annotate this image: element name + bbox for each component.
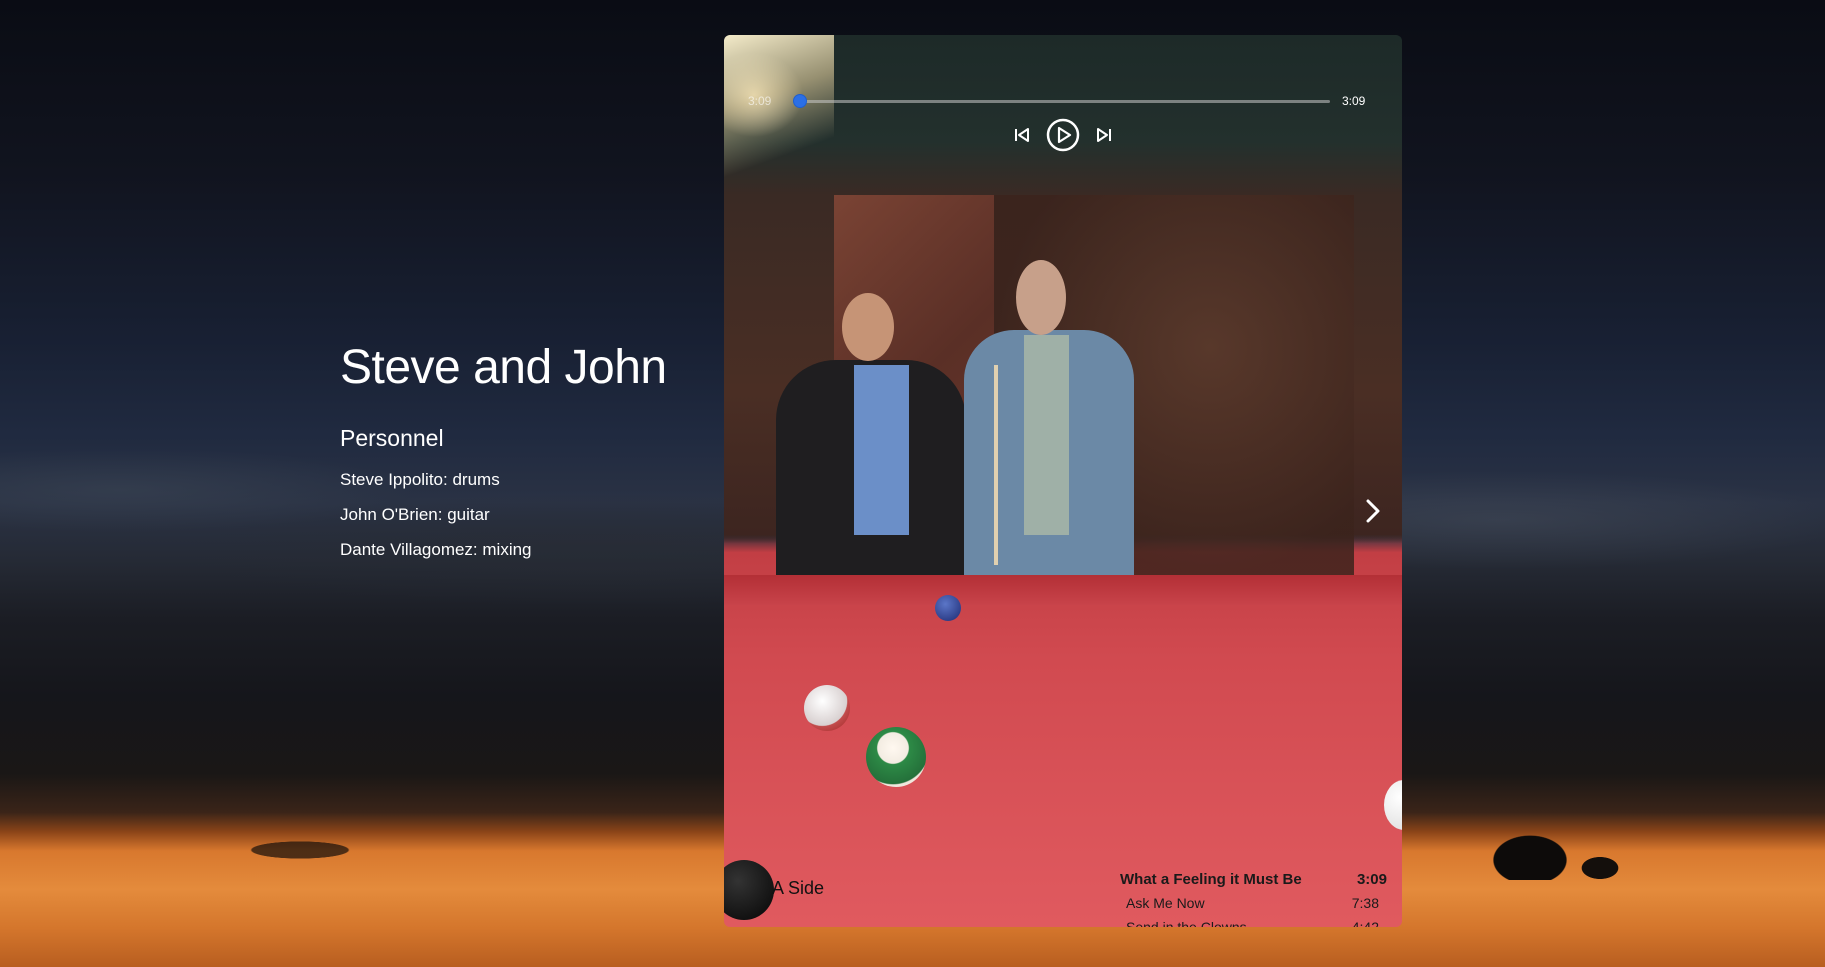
cover-photo-head	[1016, 260, 1066, 335]
cover-photo-shirt	[854, 365, 909, 535]
cover-photo-shirt	[1024, 335, 1069, 535]
cover-photo-table-rail	[724, 575, 1402, 605]
track-title: Ask Me Now	[1126, 895, 1205, 911]
track-duration: 3:09	[1356, 870, 1387, 888]
track-duration: 7:38	[1351, 895, 1379, 911]
skip-forward-icon	[1097, 128, 1111, 142]
cover-photo-ball	[935, 595, 961, 621]
album-title: Steve and John	[340, 341, 667, 394]
carousel-next-button[interactable]	[1364, 497, 1382, 530]
personnel-item: John O'Brien: guitar	[340, 505, 490, 524]
play-button[interactable]	[1045, 117, 1081, 153]
track-title: Send in the Clowns	[1126, 919, 1247, 927]
album-cover-player: 3:09 3:09 A Side What a Feeling it Must …	[724, 35, 1402, 927]
personnel-heading: Personnel	[340, 425, 444, 451]
cover-photo-ball	[866, 727, 926, 787]
total-time: 3:09	[1342, 94, 1366, 108]
cover-photo-head	[842, 293, 894, 361]
playback-controls	[724, 115, 1402, 155]
track-row[interactable]: Ask Me Now 7:38	[1120, 891, 1395, 915]
progress-thumb[interactable]	[793, 94, 807, 108]
track-row[interactable]: Send in the Clowns 4:42	[1120, 915, 1395, 927]
progress-slider[interactable]	[793, 94, 1330, 108]
cover-photo-ball	[724, 860, 774, 920]
previous-button[interactable]	[1013, 126, 1031, 144]
cover-photo-cue	[994, 365, 998, 565]
next-button[interactable]	[1095, 126, 1113, 144]
current-time: 3:09	[748, 94, 772, 108]
cover-photo-ball	[804, 685, 850, 731]
personnel-item: Steve Ippolito: drums	[340, 470, 500, 489]
chevron-right-icon	[1366, 499, 1380, 523]
cover-photo-ball	[1384, 780, 1402, 830]
skip-back-icon	[1015, 128, 1029, 142]
track-duration: 4:42	[1351, 919, 1379, 927]
album-info: Steve and John Personnel Steve Ippolito:…	[340, 340, 720, 575]
track-title: What a Feeling it Must Be	[1120, 870, 1302, 888]
progress-row: 3:09 3:09	[748, 91, 1378, 111]
play-circle-icon	[1046, 118, 1080, 152]
tracklist: What a Feeling it Must Be 3:09 Ask Me No…	[1120, 867, 1395, 928]
track-row[interactable]: What a Feeling it Must Be 3:09	[1120, 867, 1395, 891]
personnel-item: Dante Villagomez: mixing	[340, 540, 532, 559]
side-label: A Side	[772, 878, 825, 898]
